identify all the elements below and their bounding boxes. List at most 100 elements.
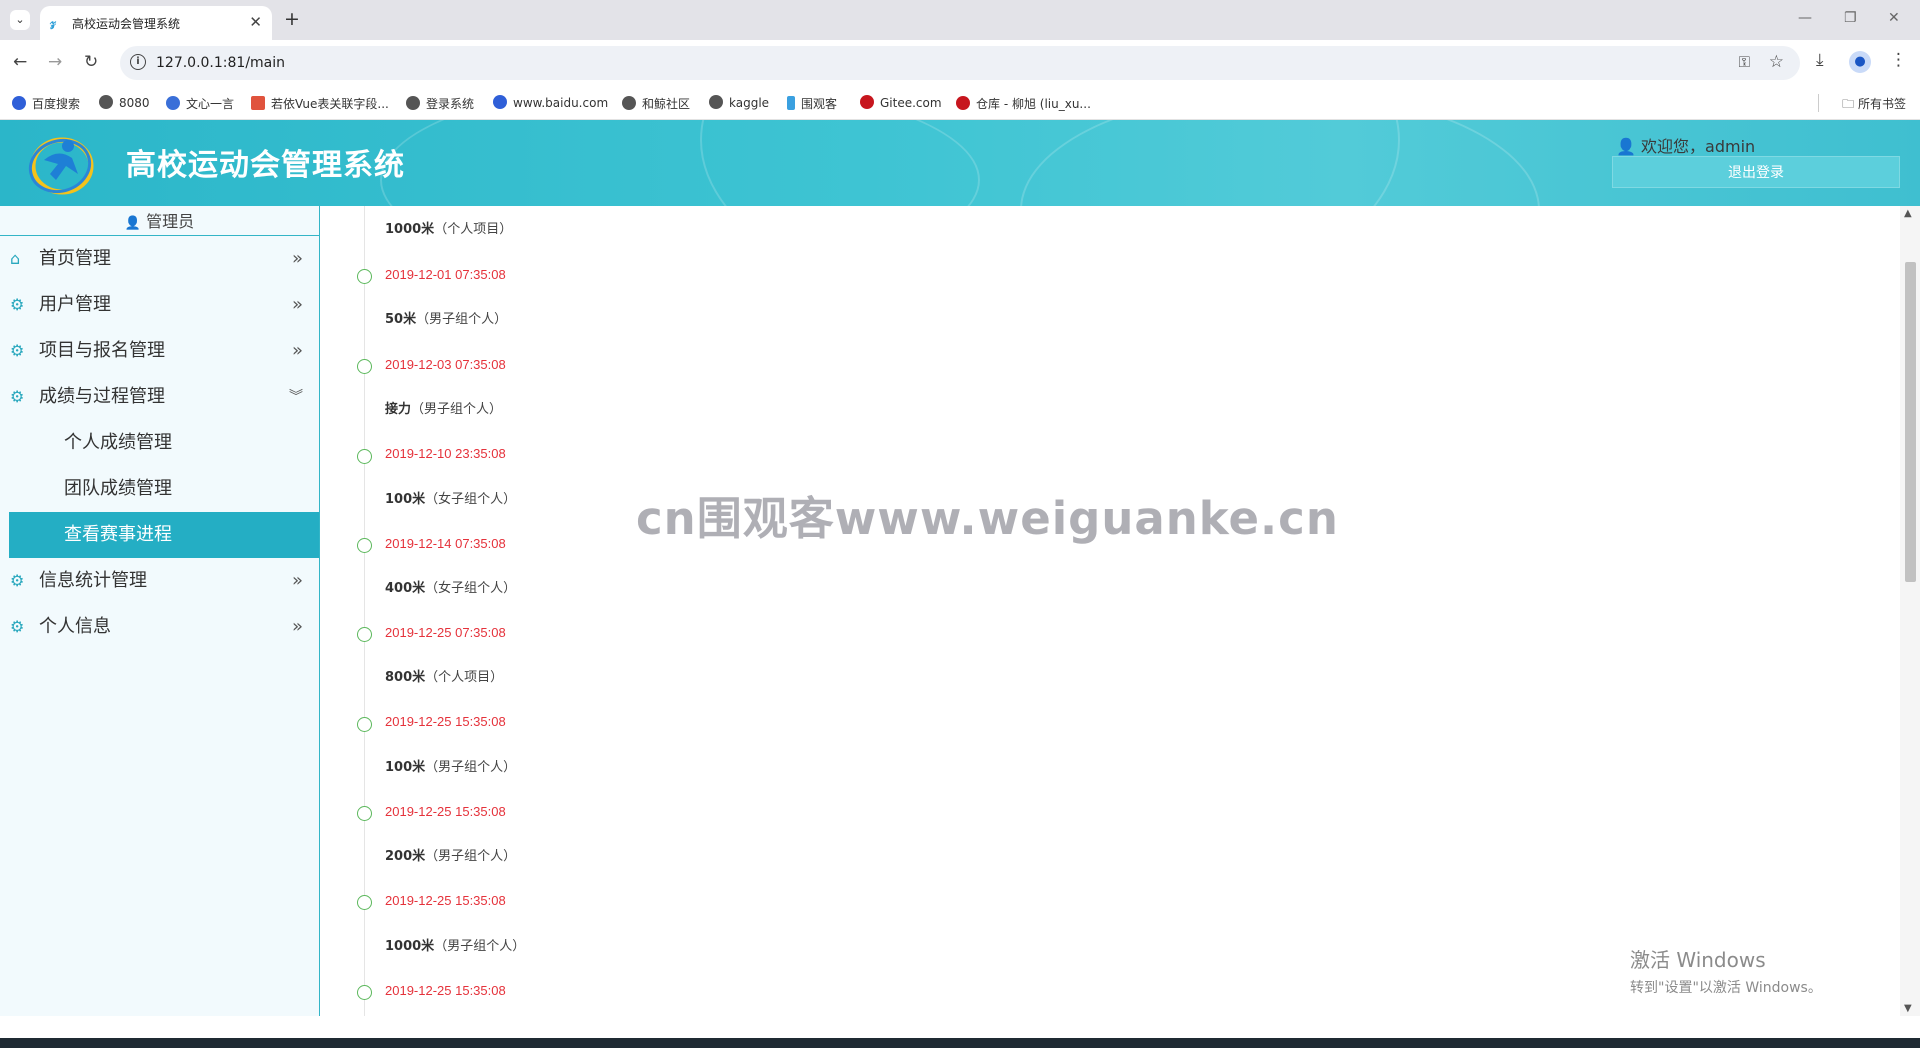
tab-close-icon[interactable]: ✕ xyxy=(249,13,262,31)
sidebar-item-projects[interactable]: ⚙ 项目与报名管理 » xyxy=(0,328,319,374)
bookmark-favicon-icon xyxy=(860,95,874,109)
bookmarks-divider xyxy=(1818,94,1819,112)
timeline-date: 2019-12-25 15:35:08 xyxy=(385,804,506,819)
windows-activation-notice: 激活 Windows 转到"设置"以激活 Windows。 xyxy=(1630,944,1822,997)
sidebar-item-statistics[interactable]: ⚙ 信息统计管理 » xyxy=(0,558,319,604)
bookmark-item[interactable]: Gitee.com xyxy=(860,95,942,110)
bookmark-item[interactable]: 若依Vue表关联字段... xyxy=(251,95,389,112)
timeline-dot xyxy=(357,895,372,910)
header-decoration xyxy=(1020,120,1540,206)
bookmark-item[interactable]: 和鲸社区 xyxy=(622,95,690,112)
site-info-icon[interactable]: i xyxy=(130,54,146,70)
chevron-down-icon: ︾ xyxy=(289,389,303,405)
download-icon[interactable]: ⤓ xyxy=(1816,50,1824,70)
sidebar-role-header: 👤 管理员 xyxy=(0,206,319,236)
gear-icon: ⚙ xyxy=(10,295,25,314)
bookmark-favicon-icon xyxy=(406,96,420,110)
timeline-dot xyxy=(357,359,372,374)
bookmark-favicon-icon xyxy=(493,95,507,109)
bookmark-favicon-icon xyxy=(709,95,723,109)
bookmark-star-icon[interactable]: ☆ xyxy=(1769,52,1784,72)
chevron-right-icon: » xyxy=(291,616,303,637)
timeline-date: 2019-12-03 07:35:08 xyxy=(385,357,506,372)
bookmark-favicon-icon xyxy=(99,95,113,109)
timeline-event-text: 400米（女子组个人） xyxy=(385,581,517,596)
timeline-date: 2019-12-25 15:35:08 xyxy=(385,714,506,729)
timeline-event-text: 接力（男子组个人） xyxy=(385,402,503,417)
sidebar: 👤 管理员 ⌂ 首页管理 » ⚙ 用户管理 » ⚙ 项目与报名管理 » ⚙ 成绩… xyxy=(0,206,320,1016)
sidebar-subitem-event-progress[interactable]: 查看赛事进程 xyxy=(9,512,319,558)
page-bottom-strip xyxy=(0,1016,1920,1036)
back-icon[interactable]: ← xyxy=(13,52,27,72)
chevron-right-icon: » xyxy=(291,570,303,591)
close-window-icon[interactable]: ✕ xyxy=(1888,10,1900,26)
password-key-icon[interactable]: ⚿ xyxy=(1739,53,1750,71)
reload-icon[interactable]: ↻ xyxy=(84,52,98,72)
home-icon: ⌂ xyxy=(10,249,21,268)
gear-icon: ⚙ xyxy=(10,571,25,590)
bookmark-favicon-icon xyxy=(12,96,26,110)
chevron-right-icon: » xyxy=(291,248,303,269)
bookmark-favicon-icon xyxy=(787,96,795,110)
browser-toolbar: ← → ↻ i 127.0.0.1:81/main ⚿ ☆ xyxy=(0,40,1920,86)
browser-tab-active[interactable]: 𝓏 高校运动会管理系统 ✕ xyxy=(40,6,272,40)
browser-tabbar: ⌄ 𝓏 高校运动会管理系统 ✕ + — ❐ ✕ xyxy=(0,0,1920,40)
timeline-date: 2019-12-14 07:35:08 xyxy=(385,536,506,551)
bookmark-item[interactable]: 登录系统 xyxy=(406,95,474,112)
tab-favicon-icon: 𝓏 xyxy=(50,15,57,30)
site-watermark: cn围观客www.weiguanke.cn xyxy=(636,492,1339,545)
timeline-dot xyxy=(357,717,372,732)
chevron-right-icon: » xyxy=(291,294,303,315)
timeline-event-text: 100米（男子组个人） xyxy=(385,760,517,775)
url-text[interactable]: 127.0.0.1:81/main xyxy=(156,55,285,71)
timeline-date: 2019-12-10 23:35:08 xyxy=(385,446,506,461)
bookmark-item[interactable]: www.baidu.com xyxy=(493,95,608,110)
profile-avatar-icon[interactable]: ● xyxy=(1849,51,1871,73)
timeline-dot xyxy=(357,627,372,642)
sidebar-subitem-team-scores[interactable]: 团队成绩管理 xyxy=(9,466,319,512)
chevron-right-icon: » xyxy=(291,340,303,361)
timeline-event-text: 1000米（个人项目） xyxy=(385,222,513,237)
all-bookmarks-button[interactable]: 🗀 所有书签 xyxy=(1842,95,1906,116)
timeline-date: 2019-12-25 07:35:08 xyxy=(385,625,506,640)
browser-menu-icon[interactable]: ⋮ xyxy=(1890,50,1907,70)
timeline-event-text: 50米（男子组个人） xyxy=(385,312,508,327)
activation-title: 激活 Windows xyxy=(1630,948,1766,972)
timeline-date: 2019-12-25 15:35:08 xyxy=(385,983,506,998)
logout-button[interactable]: 退出登录 xyxy=(1612,156,1900,188)
restore-icon[interactable]: ❐ xyxy=(1844,10,1857,26)
forward-icon[interactable]: → xyxy=(48,52,62,72)
sidebar-subitem-personal-scores[interactable]: 个人成绩管理 xyxy=(9,420,319,466)
scroll-down-arrow-icon[interactable]: ▼ xyxy=(1904,1003,1912,1014)
tab-search-chevron-icon[interactable]: ⌄ xyxy=(10,10,30,30)
timeline-event-text: 200米（男子组个人） xyxy=(385,849,517,864)
timeline-date: 2019-12-25 15:35:08 xyxy=(385,893,506,908)
timeline-event-text: 100米（女子组个人） xyxy=(385,492,517,507)
app-logo xyxy=(28,137,94,195)
sidebar-item-scores[interactable]: ⚙ 成绩与过程管理 ︾ xyxy=(0,374,319,420)
sidebar-item-users[interactable]: ⚙ 用户管理 » xyxy=(0,282,319,328)
folder-icon: 🗀 xyxy=(1842,97,1858,111)
gear-icon: ⚙ xyxy=(10,617,25,636)
timeline-dot xyxy=(357,269,372,284)
timeline-event-text: 1000米（男子组个人） xyxy=(385,939,526,954)
new-tab-icon[interactable]: + xyxy=(284,8,300,30)
address-bar[interactable]: i 127.0.0.1:81/main ⚿ ☆ xyxy=(120,46,1800,80)
bookmark-item[interactable]: 仓库 - 柳旭 (liu_xu... xyxy=(956,95,1091,112)
content-scrollbar[interactable]: ▲ ▼ xyxy=(1900,206,1920,1016)
timeline-dot xyxy=(357,449,372,464)
user-icon: 👤 xyxy=(124,216,142,231)
activation-subtitle: 转到"设置"以激活 Windows。 xyxy=(1630,980,1822,996)
sidebar-item-home[interactable]: ⌂ 首页管理 » xyxy=(0,236,319,282)
bookmark-item[interactable]: 围观客 xyxy=(787,95,837,112)
bookmark-item[interactable]: 百度搜索 xyxy=(12,95,80,112)
timeline-dot xyxy=(357,985,372,1000)
bookmark-item[interactable]: 文心一言 xyxy=(166,95,234,112)
bookmark-favicon-icon xyxy=(956,96,970,110)
bookmark-item[interactable]: kaggle xyxy=(709,95,769,110)
bookmark-item[interactable]: 8080 xyxy=(99,95,150,110)
minimize-icon[interactable]: — xyxy=(1798,10,1812,26)
scroll-up-arrow-icon[interactable]: ▲ xyxy=(1904,208,1912,219)
scroll-thumb[interactable] xyxy=(1905,262,1916,582)
sidebar-item-profile[interactable]: ⚙ 个人信息 » xyxy=(0,604,319,650)
